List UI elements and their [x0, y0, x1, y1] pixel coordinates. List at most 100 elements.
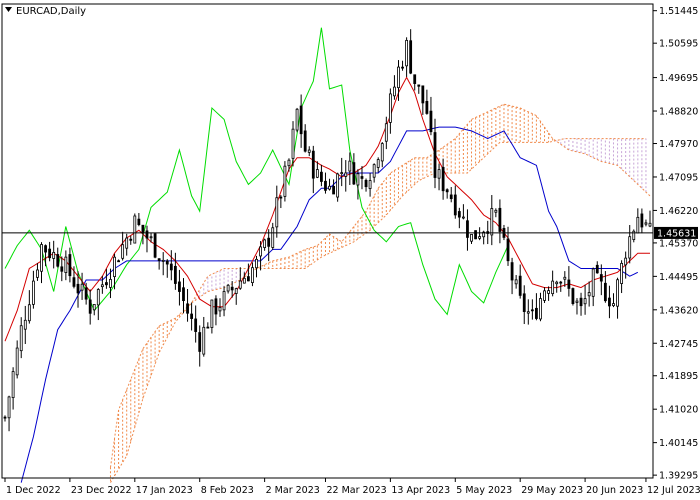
- candle-body: [84, 287, 88, 300]
- candle: [587, 281, 591, 307]
- candle: [530, 299, 534, 320]
- candle: [636, 208, 640, 234]
- candle-body: [510, 262, 514, 281]
- candle: [340, 157, 344, 187]
- candle-body: [644, 222, 648, 225]
- candle-body: [141, 224, 145, 234]
- candle-body: [583, 298, 587, 305]
- candle: [36, 263, 39, 281]
- candle: [210, 299, 214, 334]
- candle: [470, 234, 473, 244]
- candle-body: [336, 173, 340, 198]
- candle-body: [526, 311, 530, 314]
- x-tick-label: 12 Jul 2023: [647, 485, 700, 496]
- candle: [571, 287, 575, 306]
- candle-body: [149, 236, 153, 239]
- candle-body: [397, 66, 400, 89]
- candle: [518, 264, 522, 299]
- candle-body: [530, 309, 534, 312]
- candle-body: [445, 189, 449, 193]
- current-price-label: 1.45631: [657, 228, 696, 239]
- candle: [165, 259, 169, 278]
- candle: [632, 229, 636, 243]
- candle: [567, 266, 571, 297]
- y-tick-label: 1.51445: [659, 6, 698, 17]
- candle: [60, 256, 64, 282]
- candle: [194, 305, 198, 343]
- candle: [68, 247, 72, 283]
- candle: [579, 292, 583, 316]
- candle: [169, 250, 173, 281]
- candle-body: [259, 246, 262, 257]
- candle-body: [137, 218, 141, 225]
- candle: [543, 287, 546, 303]
- candle-body: [190, 313, 194, 319]
- candle-body: [494, 209, 498, 213]
- candle: [7, 395, 11, 432]
- candle-body: [230, 286, 234, 291]
- candle: [214, 295, 218, 326]
- candle-body: [449, 194, 453, 200]
- candle: [88, 289, 92, 325]
- candle: [64, 250, 68, 281]
- x-tick-label: 20 Jun 2023: [586, 485, 643, 496]
- candle-body: [388, 93, 392, 123]
- candle-body: [153, 233, 157, 258]
- candle-body: [161, 259, 165, 262]
- candle: [348, 152, 352, 185]
- candle-body: [3, 416, 7, 419]
- candle-body: [255, 258, 258, 269]
- candle-body: [121, 244, 125, 259]
- candle-body: [242, 277, 246, 284]
- candle-body: [356, 173, 360, 186]
- candle-body: [401, 66, 404, 69]
- y-tick-label: 1.40145: [659, 438, 698, 449]
- candle: [283, 161, 287, 202]
- x-tick-label: 17 Jan 2023: [136, 485, 193, 496]
- candle-body: [563, 276, 567, 280]
- dropdown-triangle-icon[interactable]: [5, 7, 12, 12]
- candle: [599, 264, 603, 296]
- candle: [514, 275, 518, 289]
- candle-body: [380, 143, 384, 162]
- candle-body: [360, 176, 364, 179]
- candle: [401, 60, 404, 71]
- candle-body: [60, 266, 64, 272]
- candle-body: [182, 287, 185, 302]
- candle-body: [238, 280, 242, 289]
- candle: [267, 229, 271, 262]
- candle: [644, 219, 648, 227]
- candle-body: [96, 289, 100, 306]
- candle-body: [56, 254, 60, 267]
- chart-title-group: EURCAD,Daily: [5, 6, 86, 17]
- candle-body: [169, 263, 173, 271]
- candle-body: [599, 274, 603, 282]
- candle: [251, 262, 254, 287]
- candle: [186, 288, 189, 322]
- candle: [173, 252, 177, 290]
- candle-body: [64, 256, 68, 273]
- candle: [453, 185, 457, 219]
- candle-body: [165, 260, 169, 265]
- candle: [413, 74, 417, 91]
- chart-window: 1.51445 1.50595 1.49695 1.48820 1.47970 1.470…: [0, 0, 700, 500]
- y-tick-label: 1.44495: [659, 272, 698, 283]
- candle: [15, 340, 19, 379]
- candle-body: [567, 279, 571, 289]
- candle: [417, 84, 421, 94]
- candle: [105, 268, 108, 289]
- candle-body: [287, 159, 291, 167]
- candle-body: [36, 269, 39, 278]
- candle: [303, 124, 307, 153]
- candle-body: [575, 300, 579, 303]
- candle: [551, 270, 555, 297]
- indicator-lines: [4, 27, 650, 483]
- candle: [608, 285, 611, 319]
- candle-body: [376, 159, 380, 168]
- candle-body: [307, 149, 311, 153]
- y-tick-label: 1.47970: [659, 139, 698, 150]
- candle: [380, 142, 384, 168]
- candle-body: [80, 283, 84, 291]
- chart-title: EURCAD,Daily: [16, 6, 86, 17]
- candle: [494, 208, 498, 218]
